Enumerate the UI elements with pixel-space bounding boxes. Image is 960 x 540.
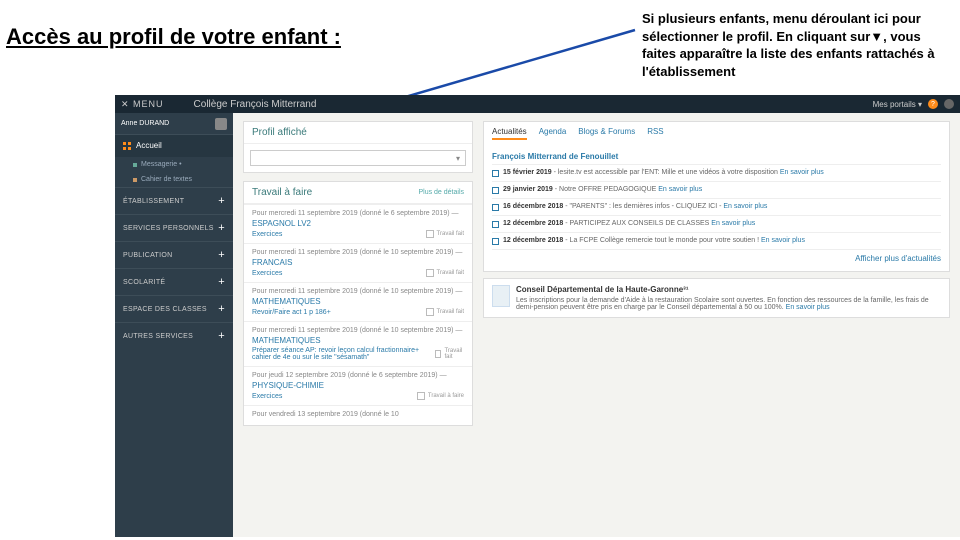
- info-body: Les inscriptions pour la demande d'Aide …: [516, 297, 929, 311]
- info-link[interactable]: En savoir plus: [786, 304, 830, 311]
- avatar: [215, 118, 227, 130]
- news-item[interactable]: 12 décembre 2018 - La FCPE Collège remer…: [492, 233, 941, 250]
- plus-icon: +: [218, 249, 225, 261]
- app-screenshot: ✕ MENU Collège François Mitterrand Mes p…: [115, 95, 960, 537]
- nav-section[interactable]: ÉTABLISSEMENT+: [115, 187, 233, 214]
- calendar-icon: [492, 170, 499, 177]
- homework-item: Pour jeudi 12 septembre 2019 (donné le 6…: [244, 366, 472, 405]
- nav-messagerie[interactable]: Messagerie •: [115, 157, 233, 172]
- nav-section[interactable]: ESPACE DES CLASSES+: [115, 295, 233, 322]
- homework-panel: Travail à faire Plus de détails Pour merc…: [243, 181, 473, 426]
- user-name: Anne DURAND: [121, 120, 169, 127]
- news-item[interactable]: 15 février 2019 - lesite.tv est accessib…: [492, 165, 941, 182]
- calendar-icon: [492, 187, 499, 194]
- user-icon[interactable]: [944, 99, 954, 109]
- menu-toggle[interactable]: ✕ MENU: [121, 99, 164, 110]
- done-checkbox[interactable]: Travail fait: [435, 348, 464, 360]
- calendar-icon: [492, 221, 499, 228]
- news-panel: François Mitterrand de Fenouillet 15 fév…: [483, 145, 950, 272]
- calendar-icon: [492, 204, 499, 211]
- profile-panel: Profil affiché ▾: [243, 121, 473, 173]
- homework-item: Pour mercredi 11 septembre 2019 (donné l…: [244, 243, 472, 282]
- plus-icon: +: [218, 222, 225, 234]
- mail-icon: [133, 163, 137, 167]
- news-item[interactable]: 16 décembre 2018 - "PARENTS" : les derni…: [492, 199, 941, 216]
- nav-section[interactable]: PUBLICATION+: [115, 241, 233, 268]
- plus-icon: +: [218, 303, 225, 315]
- info-title: Conseil Départemental de la Haute-Garonn…: [516, 285, 941, 294]
- portals-dropdown[interactable]: Mes portails ▾: [873, 100, 922, 109]
- home-icon: [123, 142, 131, 150]
- done-checkbox[interactable]: Travail fait: [426, 308, 464, 316]
- news-more-link[interactable]: Afficher plus d'actualités: [492, 250, 941, 267]
- nav-accueil[interactable]: Accueil: [115, 135, 233, 157]
- content-area: Profil affiché ▾ Travail à faire Plus de …: [233, 113, 960, 537]
- plus-icon: +: [218, 276, 225, 288]
- page-title: Accès au profil de votre enfant :: [6, 24, 341, 50]
- info-panel: Conseil Départemental de la Haute-Garonn…: [483, 278, 950, 318]
- homework-title: Travail à faire: [252, 187, 312, 198]
- plus-icon: +: [218, 195, 225, 207]
- tab[interactable]: Actualités: [492, 127, 527, 140]
- homework-more-link[interactable]: Plus de détails: [418, 189, 464, 196]
- profile-label: Profil affiché: [252, 127, 307, 138]
- chevron-down-icon: ▾: [456, 154, 460, 163]
- sidebar: Anne DURAND Accueil Messagerie • Cahier …: [115, 113, 233, 537]
- done-checkbox[interactable]: Travail fait: [426, 269, 464, 277]
- plus-icon: +: [218, 330, 225, 342]
- tab[interactable]: RSS: [647, 127, 663, 140]
- homework-item: Pour mercredi 11 septembre 2019 (donné l…: [244, 321, 472, 366]
- book-icon: [133, 178, 137, 182]
- nav-section[interactable]: SCOLARITÉ+: [115, 268, 233, 295]
- help-icon[interactable]: ?: [928, 99, 938, 109]
- school-name: Collège François Mitterrand: [194, 99, 317, 110]
- tab[interactable]: Agenda: [539, 127, 567, 140]
- homework-item: Pour mercredi 11 septembre 2019 (donné l…: [244, 282, 472, 321]
- nav-section[interactable]: AUTRES SERVICES+: [115, 322, 233, 349]
- profile-dropdown[interactable]: ▾: [250, 150, 466, 166]
- news-item[interactable]: 12 décembre 2018 - PARTICIPEZ AUX CONSEI…: [492, 216, 941, 233]
- homework-item: Pour mercredi 11 septembre 2019 (donné l…: [244, 204, 472, 243]
- news-item[interactable]: 29 janvier 2019 - Notre OFFRE PEDAGOGIQU…: [492, 182, 941, 199]
- done-checkbox[interactable]: Travail à faire: [417, 392, 464, 400]
- dept-logo: [492, 285, 510, 307]
- user-block[interactable]: Anne DURAND: [115, 113, 233, 135]
- news-header: François Mitterrand de Fenouillet: [492, 149, 941, 165]
- done-checkbox[interactable]: Travail fait: [426, 230, 464, 238]
- nav-section[interactable]: SERVICES PERSONNELS+: [115, 214, 233, 241]
- calendar-icon: [492, 238, 499, 245]
- tab[interactable]: Blogs & Forums: [578, 127, 635, 140]
- annotation-note: Si plusieurs enfants, menu déroulant ici…: [642, 10, 952, 80]
- nav-cahier[interactable]: Cahier de textes: [115, 172, 233, 187]
- topbar: ✕ MENU Collège François Mitterrand Mes p…: [115, 95, 960, 113]
- tabs: Actualités Agenda Blogs & Forums RSS: [483, 121, 950, 145]
- homework-item: Pour vendredi 13 septembre 2019 (donné l…: [244, 405, 472, 425]
